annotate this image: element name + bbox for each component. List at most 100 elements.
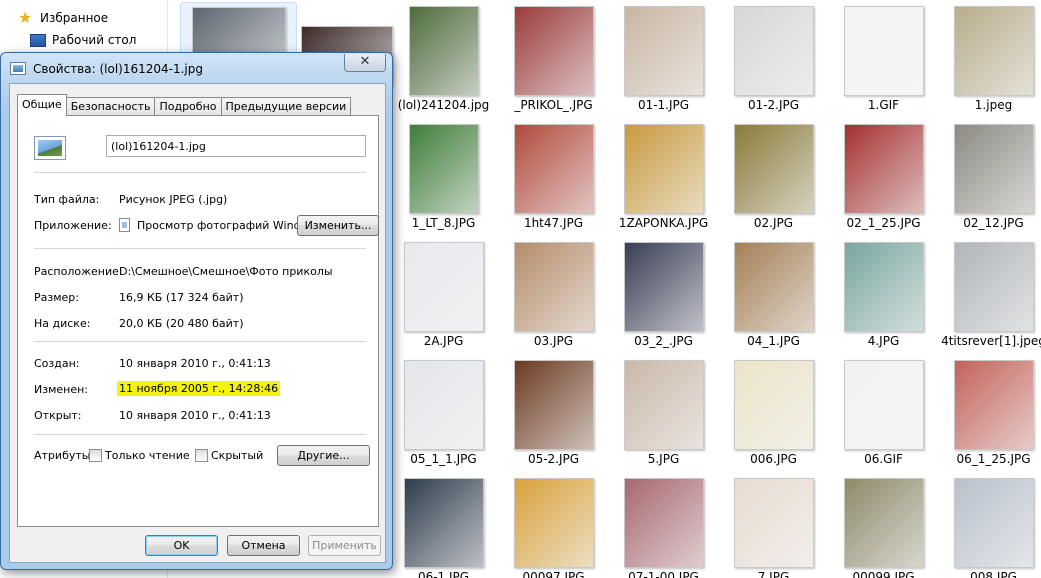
nav-item-favorites[interactable]: ★ Избранное [18, 10, 108, 26]
advanced-attributes-button[interactable]: Другие... [277, 445, 370, 466]
thumbnail-tile[interactable]: 5.JPG [605, 356, 722, 473]
thumbnail-caption: 1.jpeg [974, 98, 1013, 112]
created-label: Создан: [34, 357, 80, 370]
thumbnail-tile[interactable]: 03_2_.JPG [605, 238, 722, 355]
thumbnail-tile[interactable]: 1ht47.JPG [495, 120, 612, 237]
thumbnail-tile[interactable]: 06_1_25.JPG [935, 356, 1041, 473]
thumbnail-tile[interactable]: 02_12.JPG [935, 120, 1041, 237]
tab-general[interactable]: Общие [17, 94, 67, 116]
modified-value: 11 ноября 2005 г., 14:28:46 [117, 381, 281, 396]
star-icon: ★ [18, 8, 33, 27]
image-thumbnail [403, 478, 484, 568]
thumbnail-tile[interactable]: 1.jpeg [935, 2, 1041, 119]
image-thumbnail [623, 242, 704, 332]
modified-value-wrap: 11 ноября 2005 г., 14:28:46 [117, 381, 281, 396]
thumbnail-tile[interactable]: 4titsrever[1].jpeg [935, 238, 1041, 355]
thumbnail-tile[interactable]: 01-2.JPG [715, 2, 832, 119]
thumbnail-tile[interactable]: (lol)241204.jpg [385, 2, 502, 119]
thumbnail-tile[interactable]: 05_1_1.JPG [385, 356, 502, 473]
disk-size-value: 20,0 КБ (20 480 байт) [119, 317, 244, 330]
thumbnail-tile[interactable]: 7.JPG [715, 474, 832, 578]
change-app-button[interactable]: Изменить... [297, 215, 379, 236]
thumbnail-tile[interactable]: 02.JPG [715, 120, 832, 237]
properties-dialog: Свойства: (lol)161204-1.jpg ✕ Общие Безо… [0, 52, 393, 570]
opened-value: 10 января 2010 г., 0:41:13 [119, 409, 271, 422]
image-thumbnail [843, 478, 924, 568]
image-thumbnail [843, 6, 924, 96]
close-button[interactable]: ✕ [344, 54, 386, 72]
disk-size-label: На диске: [34, 317, 91, 330]
general-tab-panel: Тип файла: Рисунок JPEG (.jpg) Приложени… [17, 115, 379, 527]
thumbnail-tile[interactable]: 1_LT_8.JPG [385, 120, 502, 237]
dialog-title: Свойства: (lol)161204-1.jpg [33, 62, 203, 76]
dialog-titlebar[interactable]: Свойства: (lol)161204-1.jpg ✕ [1, 53, 392, 83]
photo-viewer-icon [119, 218, 130, 232]
desktop-icon [30, 33, 46, 47]
image-thumbnail [843, 242, 924, 332]
image-thumbnail [733, 478, 814, 568]
image-thumbnail [953, 6, 1034, 96]
dialog-client: Общие Безопасность Подробно Предыдущие в… [9, 83, 386, 563]
thumbnail-tile[interactable]: 05-2.JPG [495, 356, 612, 473]
thumbnail-tile[interactable]: 4.JPG [825, 238, 942, 355]
image-file-icon [10, 62, 26, 75]
thumbnail-tile[interactable]: 00097.JPG [495, 474, 612, 578]
image-thumbnail [408, 124, 479, 214]
image-thumbnail [513, 360, 594, 450]
image-thumbnail [733, 124, 814, 214]
thumbnail-tile[interactable]: 03.JPG [495, 238, 612, 355]
thumbnail-tile[interactable]: 07-1-00.JPG [605, 474, 722, 578]
thumbnail-tile[interactable]: 1ZAPONKA.JPG [605, 120, 722, 237]
image-thumbnail [733, 6, 814, 96]
hidden-checkbox[interactable] [195, 449, 208, 462]
thumbnail-tile[interactable]: 008.JPG [935, 474, 1041, 578]
thumbnail-tile[interactable]: 06.GIF [825, 356, 942, 473]
image-thumbnail [953, 124, 1034, 214]
nav-item-label: Избранное [40, 11, 109, 25]
image-thumbnail [408, 6, 479, 96]
app-label: Приложение: [34, 219, 112, 232]
thumbnail-caption: 4titsrever[1].jpeg [941, 334, 1041, 348]
image-thumbnail [623, 478, 704, 568]
image-thumbnail [733, 242, 814, 332]
thumbnail-caption: 06_1_25.JPG [956, 452, 1031, 466]
image-thumbnail [843, 360, 924, 450]
ok-button[interactable]: OK [145, 535, 218, 556]
thumbnail-tile[interactable]: 1.GIF [825, 2, 942, 119]
divider [34, 172, 366, 173]
size-label: Размер: [34, 291, 79, 304]
image-thumbnail [953, 478, 1034, 568]
filetype-label: Тип файла: [34, 193, 100, 206]
nav-item-desktop[interactable]: Рабочий стол [30, 33, 136, 47]
thumbnail-tile[interactable]: 01-1.JPG [605, 2, 722, 119]
tab-strip: Общие Безопасность Подробно Предыдущие в… [17, 94, 352, 116]
attributes-label: Атрибуты: [34, 449, 95, 462]
tab-previous-versions[interactable]: Предыдущие версии [220, 97, 352, 116]
tab-details[interactable]: Подробно [154, 97, 222, 116]
thumbnail-tile[interactable]: _PRIKOL_.JPG [495, 2, 612, 119]
tab-security[interactable]: Безопасность [65, 97, 156, 116]
thumbnail-tile[interactable]: 04_1.JPG [715, 238, 832, 355]
image-thumbnail [513, 478, 594, 568]
image-thumbnail [953, 242, 1034, 332]
image-thumbnail [623, 124, 704, 214]
readonly-label: Только чтение [105, 449, 190, 462]
filename-field[interactable] [106, 135, 366, 157]
image-thumbnail [843, 124, 924, 214]
image-thumbnail [513, 6, 594, 96]
apply-button[interactable]: Применить [308, 535, 381, 556]
app-value: Просмотр фотографий Windows [137, 219, 323, 232]
filetype-value: Рисунок JPEG (.jpg) [119, 193, 228, 206]
thumbnail-caption: 008.JPG [970, 570, 1017, 578]
thumbnail-tile[interactable]: 06-1.JPG [385, 474, 502, 578]
opened-label: Открыт: [34, 409, 82, 422]
cancel-button[interactable]: Отмена [227, 535, 300, 556]
readonly-checkbox[interactable] [89, 449, 102, 462]
created-value: 10 января 2010 г., 0:41:13 [119, 357, 271, 370]
thumbnail-tile[interactable]: 00099.JPG [825, 474, 942, 578]
thumbnail-caption: 02_12.JPG [963, 216, 1024, 230]
thumbnail-tile[interactable]: 2A.JPG [385, 238, 502, 355]
thumbnail-tile[interactable]: 006.JPG [715, 356, 832, 473]
image-thumbnail [623, 6, 704, 96]
thumbnail-tile[interactable]: 02_1_25.JPG [825, 120, 942, 237]
